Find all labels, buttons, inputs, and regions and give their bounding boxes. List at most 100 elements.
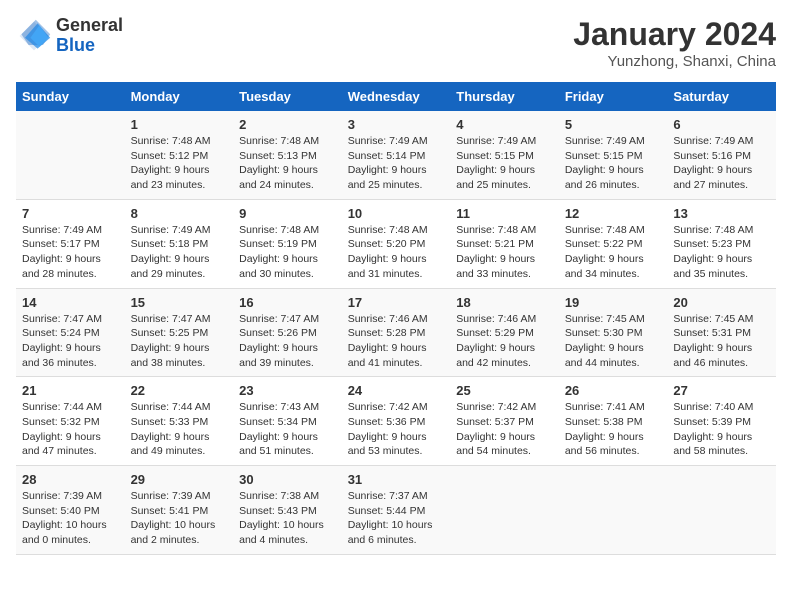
calendar-cell — [450, 466, 559, 555]
title-block: January 2024 Yunzhong, Shanxi, China — [573, 16, 776, 70]
day-number: 7 — [22, 206, 119, 221]
logo: General Blue — [16, 16, 123, 56]
day-number: 10 — [348, 206, 445, 221]
calendar-cell: 29 Sunrise: 7:39 AM Sunset: 5:41 PM Dayli… — [125, 466, 234, 555]
weekday-header-tuesday: Tuesday — [233, 82, 342, 111]
calendar-cell: 24Sunrise: 7:42 AM Sunset: 5:36 PM Dayli… — [342, 377, 451, 466]
day-number: 17 — [348, 295, 445, 310]
day-number: 30 — [239, 472, 336, 487]
logo-blue: Blue — [56, 36, 123, 56]
calendar-cell: 27 Sunrise: 7:40 AM Sunset: 5:39 PM Dayli… — [667, 377, 776, 466]
weekday-header-thursday: Thursday — [450, 82, 559, 111]
day-info: Sunrise: 7:39 AM Sunset: 5:40 PM Dayligh… — [22, 489, 119, 548]
day-info: Sunrise: 7:47 AM Sunset: 5:25 PM Dayligh… — [131, 312, 228, 371]
calendar-cell: 28 Sunrise: 7:39 AM Sunset: 5:40 PM Dayli… — [16, 466, 125, 555]
calendar-cell: 6Sunrise: 7:49 AM Sunset: 5:16 PM Daylig… — [667, 111, 776, 199]
week-row-2: 7 Sunrise: 7:49 AM Sunset: 5:17 PM Daylig… — [16, 199, 776, 288]
day-info: Sunrise: 7:40 AM Sunset: 5:39 PM Dayligh… — [673, 400, 770, 459]
day-info: Sunrise: 7:38 AM Sunset: 5:43 PM Dayligh… — [239, 489, 336, 548]
day-number: 20 — [673, 295, 770, 310]
calendar-cell: 25 Sunrise: 7:42 AM Sunset: 5:37 PM Dayli… — [450, 377, 559, 466]
day-info: Sunrise: 7:49 AM Sunset: 5:14 PM Dayligh… — [348, 134, 445, 193]
weekday-header-sunday: Sunday — [16, 82, 125, 111]
day-number: 25 — [456, 383, 553, 398]
day-info: Sunrise: 7:48 AM Sunset: 5:21 PM Dayligh… — [456, 223, 553, 282]
day-info: Sunrise: 7:49 AM Sunset: 5:17 PM Dayligh… — [22, 223, 119, 282]
day-info: Sunrise: 7:46 AM Sunset: 5:28 PM Dayligh… — [348, 312, 445, 371]
day-info: Sunrise: 7:49 AM Sunset: 5:15 PM Dayligh… — [456, 134, 553, 193]
calendar-cell: 1 Sunrise: 7:48 AM Sunset: 5:12 PM Daylig… — [125, 111, 234, 199]
calendar-cell — [16, 111, 125, 199]
day-number: 2 — [239, 117, 336, 132]
day-number: 19 — [565, 295, 662, 310]
calendar-cell: 9Sunrise: 7:48 AM Sunset: 5:19 PM Daylig… — [233, 199, 342, 288]
day-info: Sunrise: 7:43 AM Sunset: 5:34 PM Dayligh… — [239, 400, 336, 459]
day-number: 3 — [348, 117, 445, 132]
month-title: January 2024 — [573, 16, 776, 53]
day-number: 21 — [22, 383, 119, 398]
day-number: 15 — [131, 295, 228, 310]
calendar-table: SundayMondayTuesdayWednesdayThursdayFrid… — [16, 82, 776, 555]
day-info: Sunrise: 7:44 AM Sunset: 5:33 PM Dayligh… — [131, 400, 228, 459]
calendar-cell: 10 Sunrise: 7:48 AM Sunset: 5:20 PM Dayli… — [342, 199, 451, 288]
calendar-cell: 8Sunrise: 7:49 AM Sunset: 5:18 PM Daylig… — [125, 199, 234, 288]
calendar-cell: 14Sunrise: 7:47 AM Sunset: 5:24 PM Dayli… — [16, 288, 125, 377]
calendar-cell: 5Sunrise: 7:49 AM Sunset: 5:15 PM Daylig… — [559, 111, 668, 199]
day-info: Sunrise: 7:48 AM Sunset: 5:19 PM Dayligh… — [239, 223, 336, 282]
day-info: Sunrise: 7:37 AM Sunset: 5:44 PM Dayligh… — [348, 489, 445, 548]
day-number: 28 — [22, 472, 119, 487]
calendar-cell: 31 Sunrise: 7:37 AM Sunset: 5:44 PM Dayli… — [342, 466, 451, 555]
day-number: 1 — [131, 117, 228, 132]
day-number: 29 — [131, 472, 228, 487]
week-row-1: 1 Sunrise: 7:48 AM Sunset: 5:12 PM Daylig… — [16, 111, 776, 199]
calendar-cell: 11 Sunrise: 7:48 AM Sunset: 5:21 PM Dayli… — [450, 199, 559, 288]
calendar-cell — [559, 466, 668, 555]
logo-general: General — [56, 16, 123, 36]
day-info: Sunrise: 7:48 AM Sunset: 5:22 PM Dayligh… — [565, 223, 662, 282]
calendar-cell — [667, 466, 776, 555]
weekday-header-friday: Friday — [559, 82, 668, 111]
day-info: Sunrise: 7:48 AM Sunset: 5:13 PM Dayligh… — [239, 134, 336, 193]
weekday-header-monday: Monday — [125, 82, 234, 111]
calendar-cell: 23Sunrise: 7:43 AM Sunset: 5:34 PM Dayli… — [233, 377, 342, 466]
calendar-cell: 2 Sunrise: 7:48 AM Sunset: 5:13 PM Daylig… — [233, 111, 342, 199]
day-number: 4 — [456, 117, 553, 132]
day-info: Sunrise: 7:49 AM Sunset: 5:16 PM Dayligh… — [673, 134, 770, 193]
day-info: Sunrise: 7:44 AM Sunset: 5:32 PM Dayligh… — [22, 400, 119, 459]
day-number: 5 — [565, 117, 662, 132]
calendar-cell: 18 Sunrise: 7:46 AM Sunset: 5:29 PM Dayli… — [450, 288, 559, 377]
weekday-header-row: SundayMondayTuesdayWednesdayThursdayFrid… — [16, 82, 776, 111]
page-header: General Blue January 2024 Yunzhong, Shan… — [16, 16, 776, 70]
day-info: Sunrise: 7:41 AM Sunset: 5:38 PM Dayligh… — [565, 400, 662, 459]
calendar-cell: 17 Sunrise: 7:46 AM Sunset: 5:28 PM Dayli… — [342, 288, 451, 377]
calendar-body: 1 Sunrise: 7:48 AM Sunset: 5:12 PM Daylig… — [16, 111, 776, 554]
day-number: 16 — [239, 295, 336, 310]
day-number: 31 — [348, 472, 445, 487]
day-number: 11 — [456, 206, 553, 221]
logo-icon — [16, 18, 52, 54]
calendar-cell: 21 Sunrise: 7:44 AM Sunset: 5:32 PM Dayli… — [16, 377, 125, 466]
week-row-5: 28 Sunrise: 7:39 AM Sunset: 5:40 PM Dayli… — [16, 466, 776, 555]
day-info: Sunrise: 7:39 AM Sunset: 5:41 PM Dayligh… — [131, 489, 228, 548]
calendar-cell: 26Sunrise: 7:41 AM Sunset: 5:38 PM Dayli… — [559, 377, 668, 466]
day-number: 18 — [456, 295, 553, 310]
day-info: Sunrise: 7:42 AM Sunset: 5:37 PM Dayligh… — [456, 400, 553, 459]
day-info: Sunrise: 7:45 AM Sunset: 5:31 PM Dayligh… — [673, 312, 770, 371]
week-row-3: 14Sunrise: 7:47 AM Sunset: 5:24 PM Dayli… — [16, 288, 776, 377]
day-number: 13 — [673, 206, 770, 221]
day-number: 27 — [673, 383, 770, 398]
calendar-cell: 30 Sunrise: 7:38 AM Sunset: 5:43 PM Dayli… — [233, 466, 342, 555]
day-number: 24 — [348, 383, 445, 398]
day-number: 12 — [565, 206, 662, 221]
day-info: Sunrise: 7:48 AM Sunset: 5:12 PM Dayligh… — [131, 134, 228, 193]
calendar-cell: 16 Sunrise: 7:47 AM Sunset: 5:26 PM Dayli… — [233, 288, 342, 377]
day-number: 14 — [22, 295, 119, 310]
day-info: Sunrise: 7:46 AM Sunset: 5:29 PM Dayligh… — [456, 312, 553, 371]
calendar-cell: 4 Sunrise: 7:49 AM Sunset: 5:15 PM Daylig… — [450, 111, 559, 199]
day-info: Sunrise: 7:49 AM Sunset: 5:18 PM Dayligh… — [131, 223, 228, 282]
day-number: 22 — [131, 383, 228, 398]
day-info: Sunrise: 7:47 AM Sunset: 5:26 PM Dayligh… — [239, 312, 336, 371]
day-info: Sunrise: 7:48 AM Sunset: 5:20 PM Dayligh… — [348, 223, 445, 282]
calendar-cell: 7 Sunrise: 7:49 AM Sunset: 5:17 PM Daylig… — [16, 199, 125, 288]
calendar-cell: 12 Sunrise: 7:48 AM Sunset: 5:22 PM Dayli… — [559, 199, 668, 288]
